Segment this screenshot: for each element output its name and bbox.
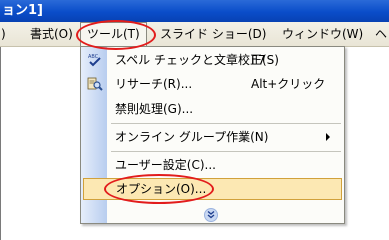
menu-separator (111, 123, 341, 124)
menu-item-spell-check[interactable]: ABC スペル チェックと文章校正(S) F7 (81, 49, 344, 71)
chevron-double-down-icon[interactable] (204, 208, 218, 222)
menu-item-format[interactable]: 書式(O) (30, 22, 73, 46)
menu-item-tools[interactable]: ツール(T) (80, 22, 147, 47)
window-title-bar: ョン1] (0, 0, 389, 22)
document-border (0, 47, 1, 240)
research-icon (87, 76, 103, 92)
menu-item-help[interactable]: ヘ (375, 22, 387, 46)
menu-item-research[interactable]: リサーチ(R)... Alt+クリック (81, 73, 344, 95)
spell-check-icon: ABC (87, 52, 103, 68)
menu-item-customize[interactable]: ユーザー設定(C)... (81, 154, 344, 176)
submenu-arrow-icon (326, 133, 330, 141)
window-title: ョン1] (2, 3, 43, 18)
svg-text:ABC: ABC (88, 54, 99, 60)
menu-item-window[interactable]: ウィンドウ(W) (282, 22, 363, 46)
menu-item-kinsoku[interactable]: 禁則処理(G)... (81, 98, 344, 120)
menu-item-partial[interactable]: ) (1, 22, 6, 46)
menu-item-online-collaboration[interactable]: オンライン グループ作業(N) (81, 126, 344, 148)
tools-dropdown-menu: ABC スペル チェックと文章校正(S) F7 リサーチ(R)... Alt+ク… (80, 46, 345, 224)
menu-separator (111, 151, 341, 152)
menu-item-slideshow[interactable]: スライド ショー(D) (160, 22, 266, 46)
menu-bar: ) 書式(O) ツール(T) スライド ショー(D) ウィンドウ(W) ヘ (0, 22, 389, 47)
menu-item-options[interactable]: オプション(O)... (83, 178, 342, 200)
